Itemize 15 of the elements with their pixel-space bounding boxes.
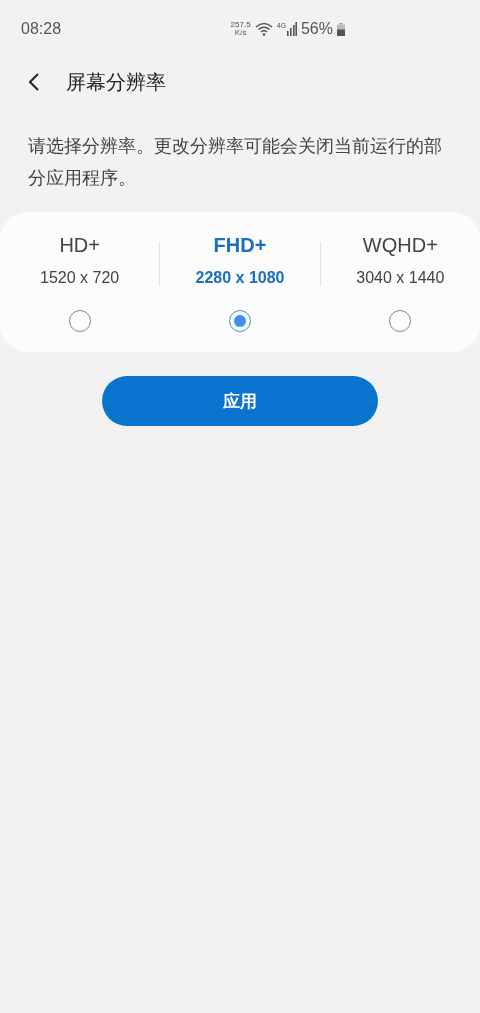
apply-button[interactable]: 应用 xyxy=(102,376,378,426)
clock: 08:28 xyxy=(21,20,62,38)
battery-percent: 56% xyxy=(300,20,333,38)
description: 请选择分辨率。更改分辨率可能会关闭当前运行的部分应用程序。 xyxy=(28,135,443,190)
resolution-value: 1520 x 720 xyxy=(40,269,120,287)
signal-icon xyxy=(286,22,297,36)
resolution-value: 2280 x 1080 xyxy=(195,269,285,287)
resolution-name: HD+ xyxy=(59,234,100,257)
page-title: 屏幕分辨率 xyxy=(66,68,166,96)
resolution-name: WQHD+ xyxy=(362,234,438,257)
network-speed: 257.5 K/s xyxy=(230,21,251,37)
battery-icon xyxy=(337,22,345,36)
wifi-icon xyxy=(254,22,273,36)
resolution-name: FHD+ xyxy=(213,234,267,257)
resolution-value: 3040 x 1440 xyxy=(356,269,445,287)
